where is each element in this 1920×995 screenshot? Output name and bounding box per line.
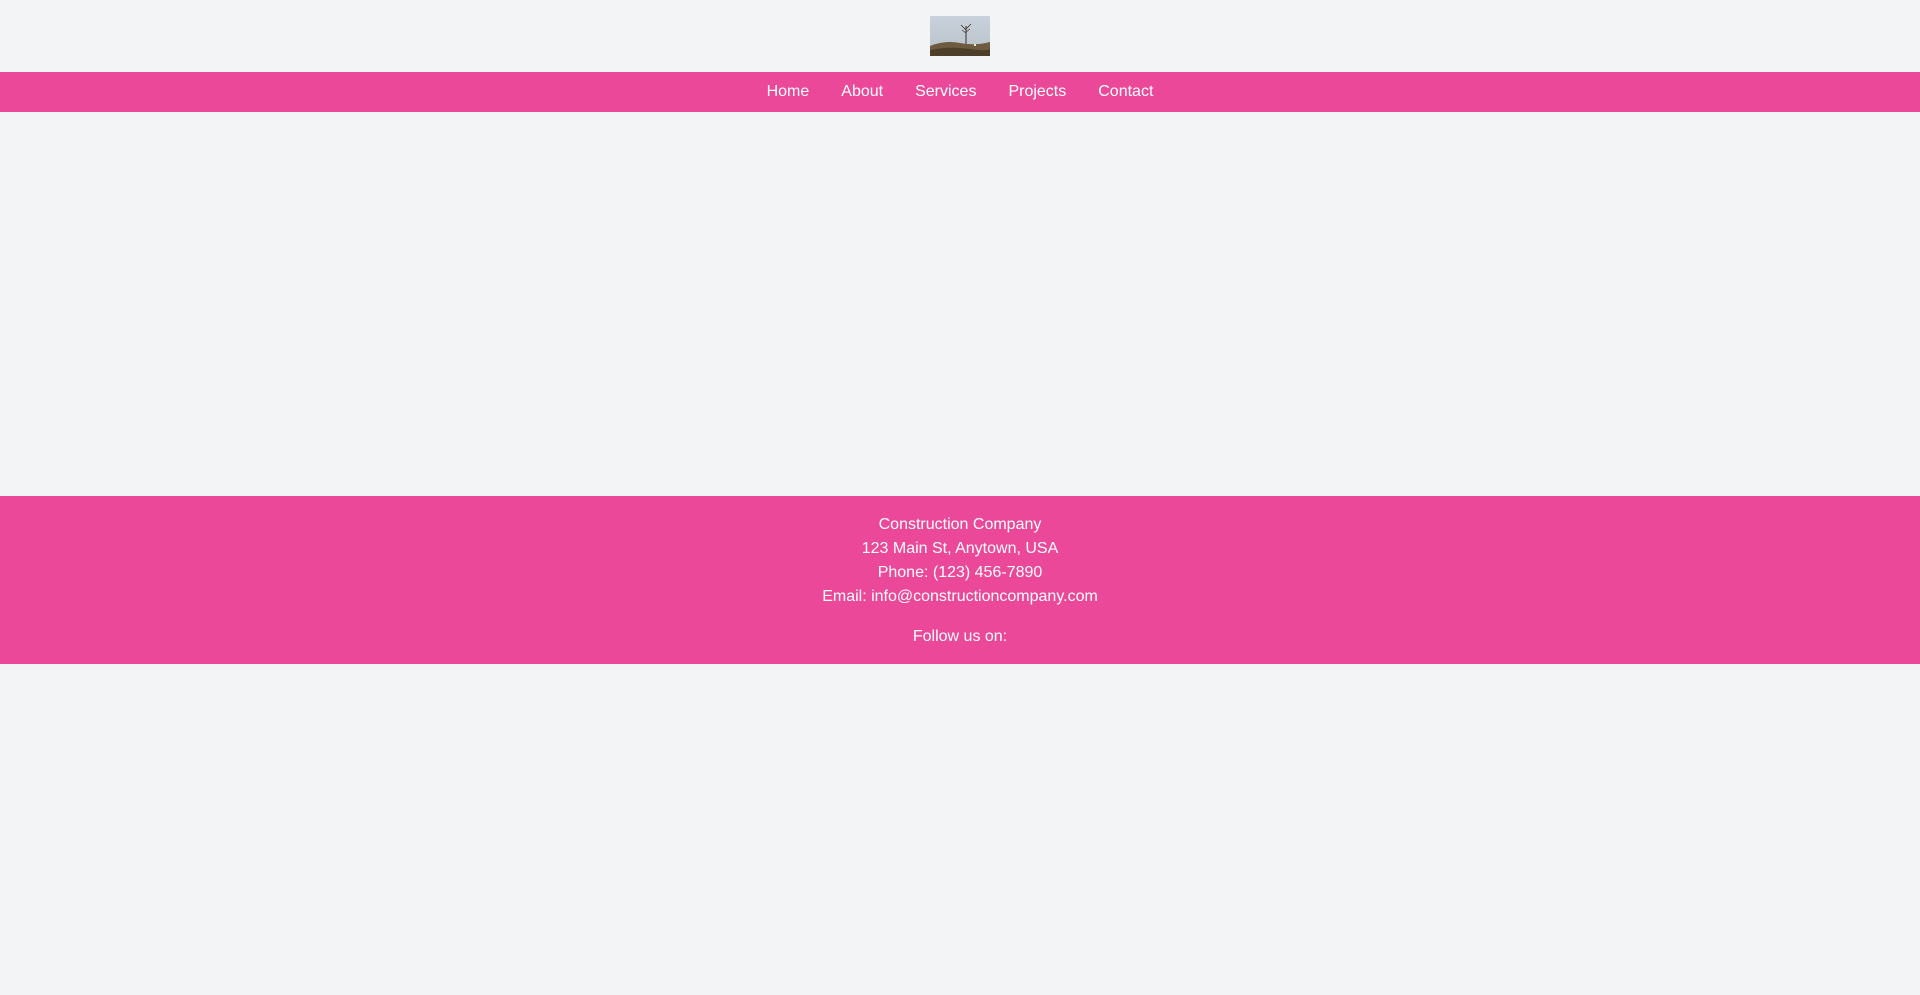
footer-company-name: Construction Company xyxy=(878,516,1042,533)
site-footer: Construction Company 123 Main St, Anytow… xyxy=(0,496,1920,664)
footer-email: Email: info@constructioncompany.com xyxy=(822,588,1098,605)
site-header xyxy=(0,0,1920,72)
main-navbar: Home About Services Projects Contact xyxy=(0,72,1920,112)
nav-link-contact[interactable]: Contact xyxy=(1082,83,1169,100)
landscape-icon xyxy=(930,16,990,56)
nav-list: Home About Services Projects Contact xyxy=(751,72,1170,112)
nav-link-services[interactable]: Services xyxy=(899,83,992,100)
footer-phone: Phone: (123) 456-7890 xyxy=(877,564,1043,581)
main-content xyxy=(0,112,1920,496)
footer-address: 123 Main St, Anytown, USA xyxy=(861,540,1059,557)
nav-link-home[interactable]: Home xyxy=(751,83,826,100)
logo-image[interactable] xyxy=(930,16,990,56)
nav-link-about[interactable]: About xyxy=(825,83,899,100)
page: Home About Services Projects Contact Con… xyxy=(0,0,1920,995)
footer-follow-label: Follow us on: xyxy=(912,628,1008,645)
nav-link-projects[interactable]: Projects xyxy=(992,83,1082,100)
footer-contact-info: Construction Company 123 Main St, Anytow… xyxy=(0,496,1920,609)
